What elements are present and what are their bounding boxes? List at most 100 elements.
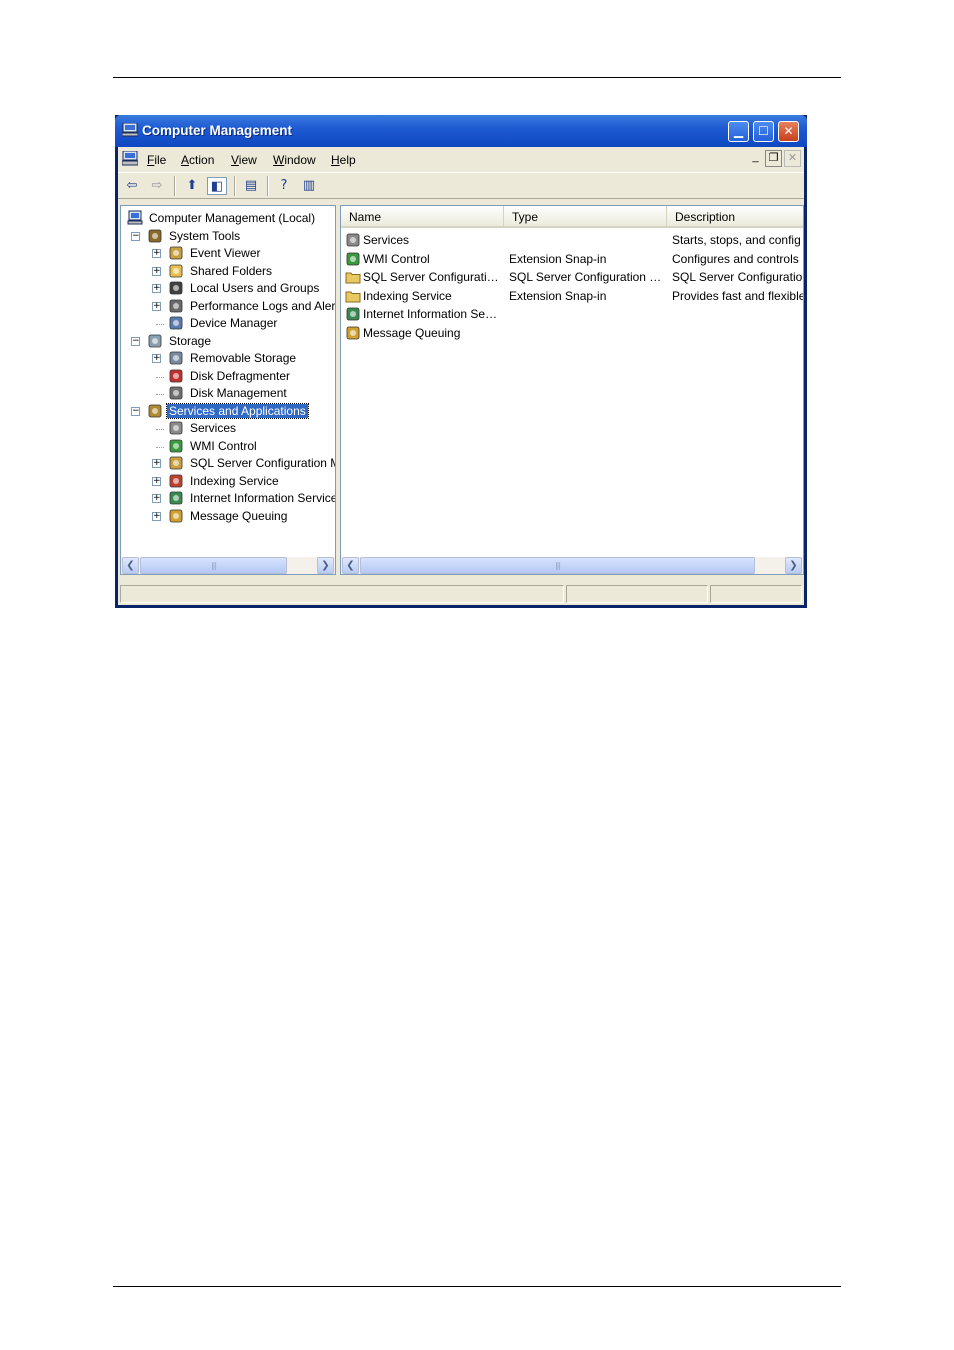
column-header-name[interactable]: Name bbox=[341, 206, 504, 228]
tree-connector bbox=[156, 429, 164, 430]
title-bar[interactable]: Computer Management ▁ ☐ ✕ bbox=[115, 115, 807, 147]
scroll-right-icon: ❯ bbox=[789, 560, 798, 571]
indexing-icon bbox=[169, 474, 183, 487]
menu-action-rest: ction bbox=[189, 153, 215, 167]
scroll-right-icon: ❯ bbox=[321, 560, 330, 571]
list-item[interactable]: Indexing Service Extension Snap-in Provide… bbox=[341, 287, 803, 305]
toolbar-separator bbox=[267, 176, 269, 196]
scroll-left-icon: ❮ bbox=[126, 560, 135, 571]
expand-icon[interactable]: + bbox=[152, 249, 161, 258]
help-button[interactable]: ? bbox=[274, 177, 294, 195]
status-cell-main bbox=[120, 585, 564, 603]
list-item[interactable]: Services Starts, stops, and config bbox=[341, 231, 803, 249]
tree-connector bbox=[156, 446, 164, 448]
computer-icon bbox=[127, 210, 143, 225]
show-hide-action-pane-icon: ▥ bbox=[302, 178, 316, 193]
tree-item-label: SQL Server Configuration Manager bbox=[190, 456, 335, 470]
column-header-description[interactable]: Description bbox=[667, 206, 803, 228]
maximize-button[interactable]: ☐ bbox=[753, 121, 774, 142]
menu-window-rest: indow bbox=[284, 153, 316, 167]
menu-window[interactable]: Window bbox=[273, 153, 316, 167]
export-list-button[interactable]: ▤ bbox=[241, 177, 261, 195]
message-queuing-icon bbox=[169, 509, 183, 522]
storage-icon bbox=[148, 334, 162, 347]
mdi-close-button[interactable]: ✕ bbox=[784, 150, 801, 167]
back-button[interactable]: ⇦ bbox=[122, 177, 142, 195]
column-header-type[interactable]: Type bbox=[504, 206, 667, 228]
scroll-left-icon: ❮ bbox=[346, 560, 355, 571]
list-scroll-left-button[interactable]: ❮ bbox=[342, 557, 359, 574]
mdi-minimize-button[interactable]: _ bbox=[748, 150, 763, 165]
minimize-button[interactable]: ▁ bbox=[728, 121, 749, 142]
services-icon bbox=[346, 233, 360, 247]
minimize-icon: ▁ bbox=[733, 124, 744, 138]
expand-icon[interactable]: + bbox=[152, 476, 161, 486]
collapse-icon[interactable]: − bbox=[131, 406, 140, 416]
list-cell-name: Message Queuing bbox=[363, 326, 461, 340]
tree-scroll-thumb[interactable]: ||| bbox=[140, 557, 287, 574]
menu-action-accel: A bbox=[181, 153, 190, 167]
list-cell-name: Internet Information Se… bbox=[363, 307, 498, 322]
list-scroll-thumb[interactable]: ||| bbox=[360, 557, 755, 574]
shared-folders-icon bbox=[169, 264, 183, 277]
collapse-icon[interactable]: − bbox=[131, 336, 140, 346]
tree-horizontal-scrollbar[interactable]: ❮ ||| ❯ bbox=[121, 557, 335, 574]
tree-scroll-left-button[interactable]: ❮ bbox=[122, 557, 139, 574]
list-horizontal-scrollbar[interactable]: ❮ ||| ❯ bbox=[341, 557, 803, 574]
tree-item-label: Services bbox=[190, 421, 237, 435]
expand-icon[interactable]: + bbox=[152, 266, 161, 276]
list-item[interactable]: Message Queuing bbox=[341, 324, 803, 342]
show-hide-tree-button[interactable]: ◧ bbox=[207, 177, 227, 195]
menu-view-rest: iew bbox=[238, 153, 257, 167]
toolbar: ⇦ ⇨ ⬆ ◧ ▤ ? ▥ bbox=[118, 172, 804, 199]
close-icon: ✕ bbox=[783, 124, 794, 138]
list-cell-description: Provides fast and flexible bbox=[672, 288, 803, 303]
menu-help[interactable]: Help bbox=[331, 153, 356, 167]
show-hide-action-pane-button[interactable]: ▥ bbox=[299, 177, 319, 195]
up-one-level-button[interactable]: ⬆ bbox=[182, 177, 202, 195]
system-tools-icon bbox=[148, 229, 162, 242]
expand-icon[interactable]: + bbox=[152, 284, 161, 293]
list-item[interactable]: Internet Information Se… bbox=[341, 305, 803, 323]
expand-icon[interactable]: + bbox=[152, 459, 161, 468]
performance-icon bbox=[169, 299, 183, 312]
event-viewer-icon bbox=[169, 246, 183, 260]
expand-icon[interactable]: + bbox=[152, 354, 161, 363]
tree-item-label: Removable Storage bbox=[190, 351, 297, 365]
tree-item-label: Internet Information Services bbox=[190, 491, 336, 505]
expand-icon[interactable]: + bbox=[152, 511, 161, 521]
window-title: Computer Management bbox=[142, 123, 293, 138]
mdi-restore-button[interactable]: ❐ bbox=[765, 150, 782, 167]
menu-help-rest: elp bbox=[339, 153, 356, 167]
tree-item-label: Indexing Service bbox=[190, 473, 279, 488]
back-icon: ⇦ bbox=[126, 178, 138, 193]
console-tree: Computer Management (Local) − System Tools… bbox=[120, 205, 336, 575]
expand-icon[interactable]: + bbox=[152, 301, 161, 311]
tree-connector bbox=[156, 376, 164, 378]
iis-icon bbox=[346, 307, 360, 321]
services-apps-icon bbox=[148, 404, 162, 417]
mdi-minimize-icon: _ bbox=[752, 151, 759, 163]
menu-file[interactable]: File bbox=[147, 153, 166, 167]
computer-management-window: Computer Management ▁ ☐ ✕ File Action Vi… bbox=[115, 115, 807, 608]
close-button[interactable]: ✕ bbox=[778, 121, 799, 142]
collapse-icon[interactable]: − bbox=[131, 231, 140, 241]
system-menu-icon[interactable] bbox=[122, 151, 138, 166]
list-item[interactable]: WMI Control Extension Snap-in Configures a… bbox=[341, 250, 803, 268]
menu-bar: File Action View Window Help _ ❐ ✕ bbox=[118, 147, 804, 171]
menu-file-rest: ile bbox=[154, 153, 167, 167]
list-cell-name: Services bbox=[363, 233, 410, 247]
list-cell-type: SQL Server Configuration … bbox=[509, 270, 661, 285]
menu-view[interactable]: View bbox=[231, 153, 257, 167]
list-cell-description: Starts, stops, and config bbox=[672, 233, 801, 247]
disk-management-icon bbox=[169, 386, 183, 400]
tree-scroll-right-button[interactable]: ❯ bbox=[317, 557, 334, 574]
expand-icon[interactable]: + bbox=[152, 494, 161, 503]
menu-action[interactable]: Action bbox=[181, 153, 214, 167]
list-item[interactable]: SQL Server Configurati… SQL Server Config… bbox=[341, 268, 803, 286]
forward-button[interactable]: ⇨ bbox=[147, 177, 167, 195]
list-scroll-right-button[interactable]: ❯ bbox=[785, 557, 802, 574]
menu-window-accel: W bbox=[273, 153, 285, 167]
tree-item-label: System Tools bbox=[169, 228, 241, 243]
tree-item-label: Message Queuing bbox=[190, 508, 288, 523]
